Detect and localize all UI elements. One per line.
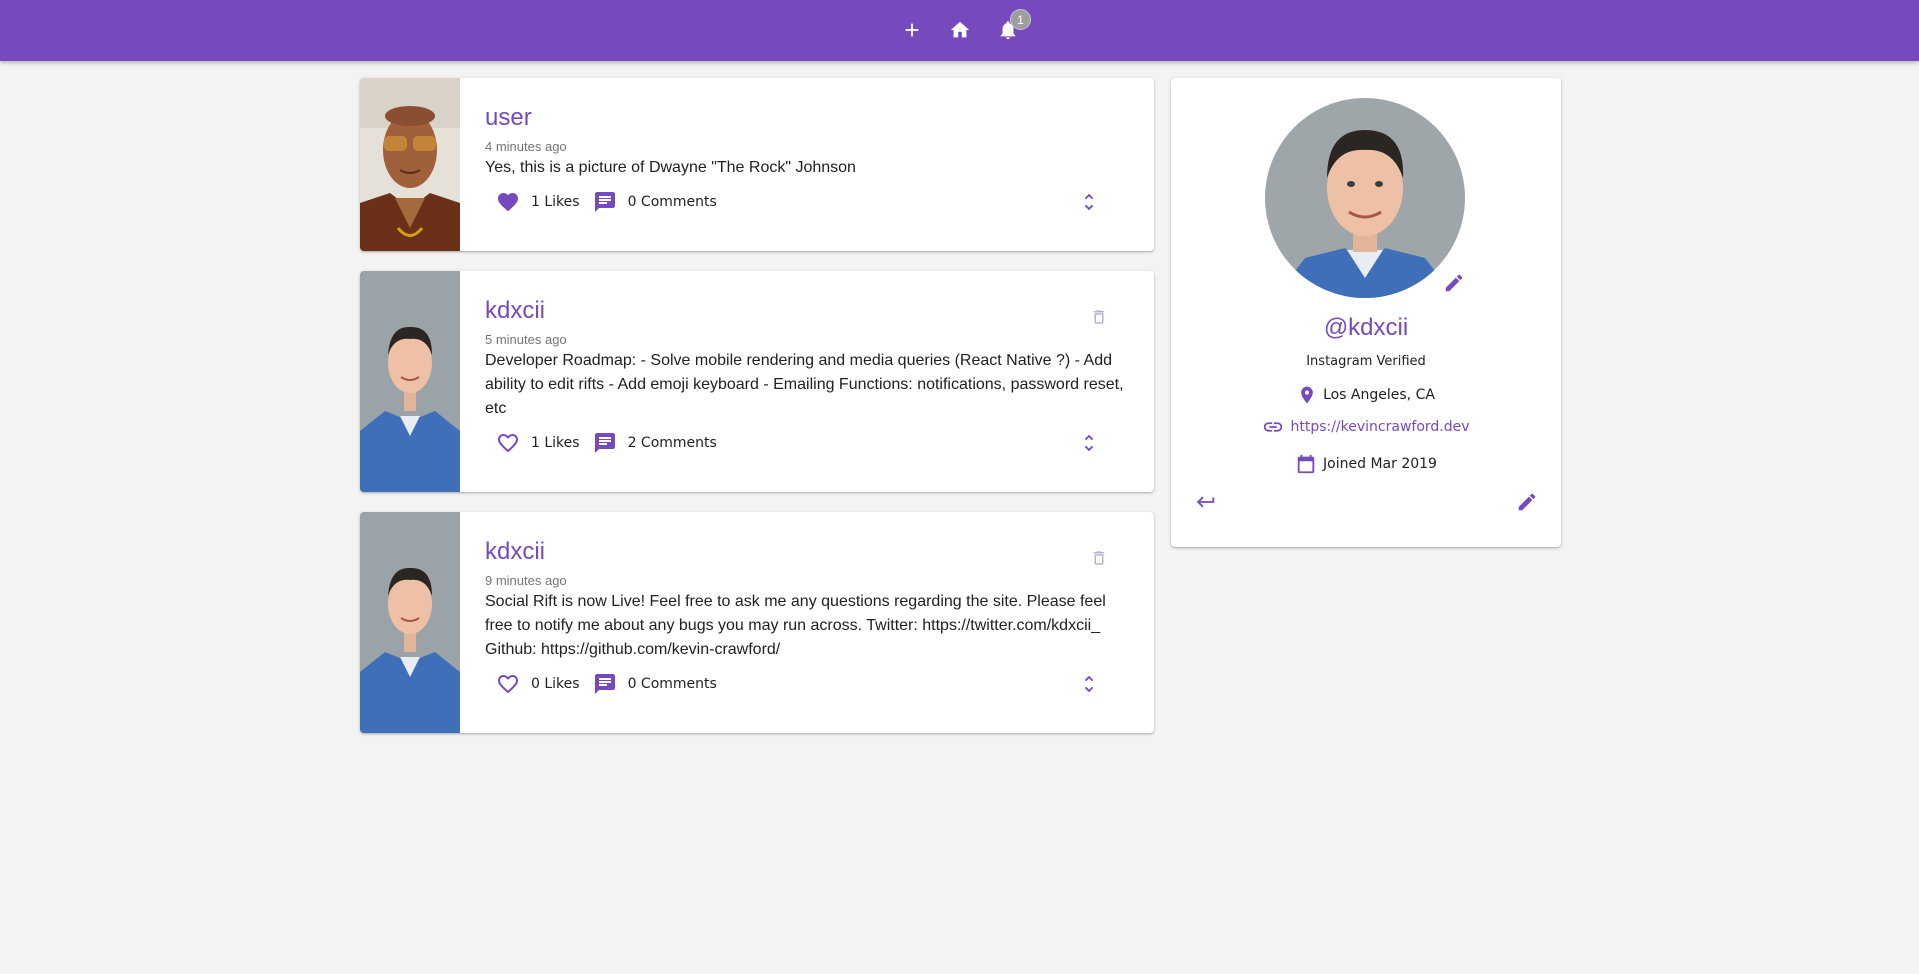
unfold-more-icon (1084, 434, 1094, 452)
link-icon (1262, 416, 1284, 438)
post-username[interactable]: kdxcii (485, 538, 545, 566)
comment-icon (594, 192, 615, 212)
add-icon (905, 23, 919, 37)
trash-icon (1093, 310, 1105, 324)
like-button[interactable] (495, 671, 521, 697)
profile-website: https://kevincrawford.dev (1171, 416, 1561, 438)
delete-post-button[interactable] (1088, 305, 1110, 329)
logout-button[interactable] (1193, 489, 1219, 515)
post-body: Developer Roadmap: - Solve mobile render… (485, 352, 1124, 417)
post-image (360, 78, 460, 251)
post-time: 9 minutes ago (485, 573, 567, 588)
home-button[interactable] (940, 10, 980, 50)
post-username[interactable]: kdxcii (485, 297, 545, 325)
post-username[interactable]: user (485, 104, 532, 132)
post-image (360, 271, 460, 492)
expand-post-button[interactable] (1076, 430, 1102, 456)
comment-icon (594, 433, 615, 453)
notifications-button[interactable]: 1 (988, 9, 1031, 50)
heart-outline-icon (498, 675, 518, 694)
comments-button[interactable] (592, 189, 618, 215)
profile-handle[interactable]: @kdxcii (1171, 314, 1561, 342)
profile-bio: Instagram Verified (1306, 354, 1426, 369)
like-button[interactable] (495, 189, 521, 215)
edit-profile-button[interactable] (1514, 489, 1540, 515)
profile-avatar (1265, 98, 1465, 298)
post-card: user 4 minutes ago Yes, this is a pictur… (360, 78, 1154, 251)
post-image (360, 512, 460, 733)
post-actions: 1 Likes 0 Comments (495, 187, 729, 217)
comments-count: 0 Comments (627, 194, 717, 210)
likes-count: 0 Likes (531, 676, 580, 692)
pencil-icon (1445, 274, 1463, 292)
expand-post-button[interactable] (1076, 189, 1102, 215)
comments-button[interactable] (592, 671, 618, 697)
comments-count: 0 Comments (627, 676, 717, 692)
like-button[interactable] (495, 430, 521, 456)
location-pin-icon (1297, 384, 1317, 406)
heart-outline-icon (498, 434, 518, 453)
post-body: Yes, this is a picture of Dwayne "The Ro… (485, 159, 856, 176)
keyboard-return-icon (1196, 496, 1215, 508)
post-actions: 0 Likes 0 Comments (495, 669, 729, 699)
post-card: kdxcii 9 minutes ago Social Rift is now … (360, 512, 1154, 733)
add-post-button[interactable] (892, 10, 932, 50)
unfold-more-icon (1084, 675, 1094, 693)
comments-count: 2 Comments (627, 435, 717, 451)
profile-joined: Joined Mar 2019 (1171, 452, 1561, 476)
joined-text: Joined Mar 2019 (1323, 456, 1437, 472)
post-time: 5 minutes ago (485, 332, 567, 347)
home-icon (950, 21, 970, 38)
post-actions: 1 Likes 2 Comments (495, 428, 729, 458)
post-body: Social Rift is now Live! Feel free to as… (485, 593, 1106, 658)
delete-post-button[interactable] (1088, 546, 1110, 570)
likes-count: 1 Likes (531, 435, 580, 451)
website-link[interactable]: https://kevincrawford.dev (1290, 419, 1469, 435)
expand-post-button[interactable] (1076, 671, 1102, 697)
pencil-icon (1518, 493, 1536, 511)
profile-card: @kdxcii Instagram Verified Los Angeles, … (1171, 78, 1561, 547)
calendar-icon (1295, 452, 1317, 476)
comment-icon (594, 674, 615, 694)
profile-location: Los Angeles, CA (1171, 384, 1561, 406)
edit-avatar-button[interactable] (1441, 270, 1467, 296)
heart-filled-icon (498, 193, 518, 212)
likes-count: 1 Likes (531, 194, 580, 210)
comments-button[interactable] (592, 430, 618, 456)
notification-badge: 1 (1010, 9, 1031, 30)
post-time: 4 minutes ago (485, 139, 567, 154)
location-text: Los Angeles, CA (1323, 387, 1435, 403)
post-card: kdxcii 5 minutes ago Developer Roadmap: … (360, 271, 1154, 492)
app-bar: 1 (0, 0, 1919, 61)
unfold-more-icon (1084, 193, 1094, 211)
trash-icon (1093, 551, 1105, 565)
